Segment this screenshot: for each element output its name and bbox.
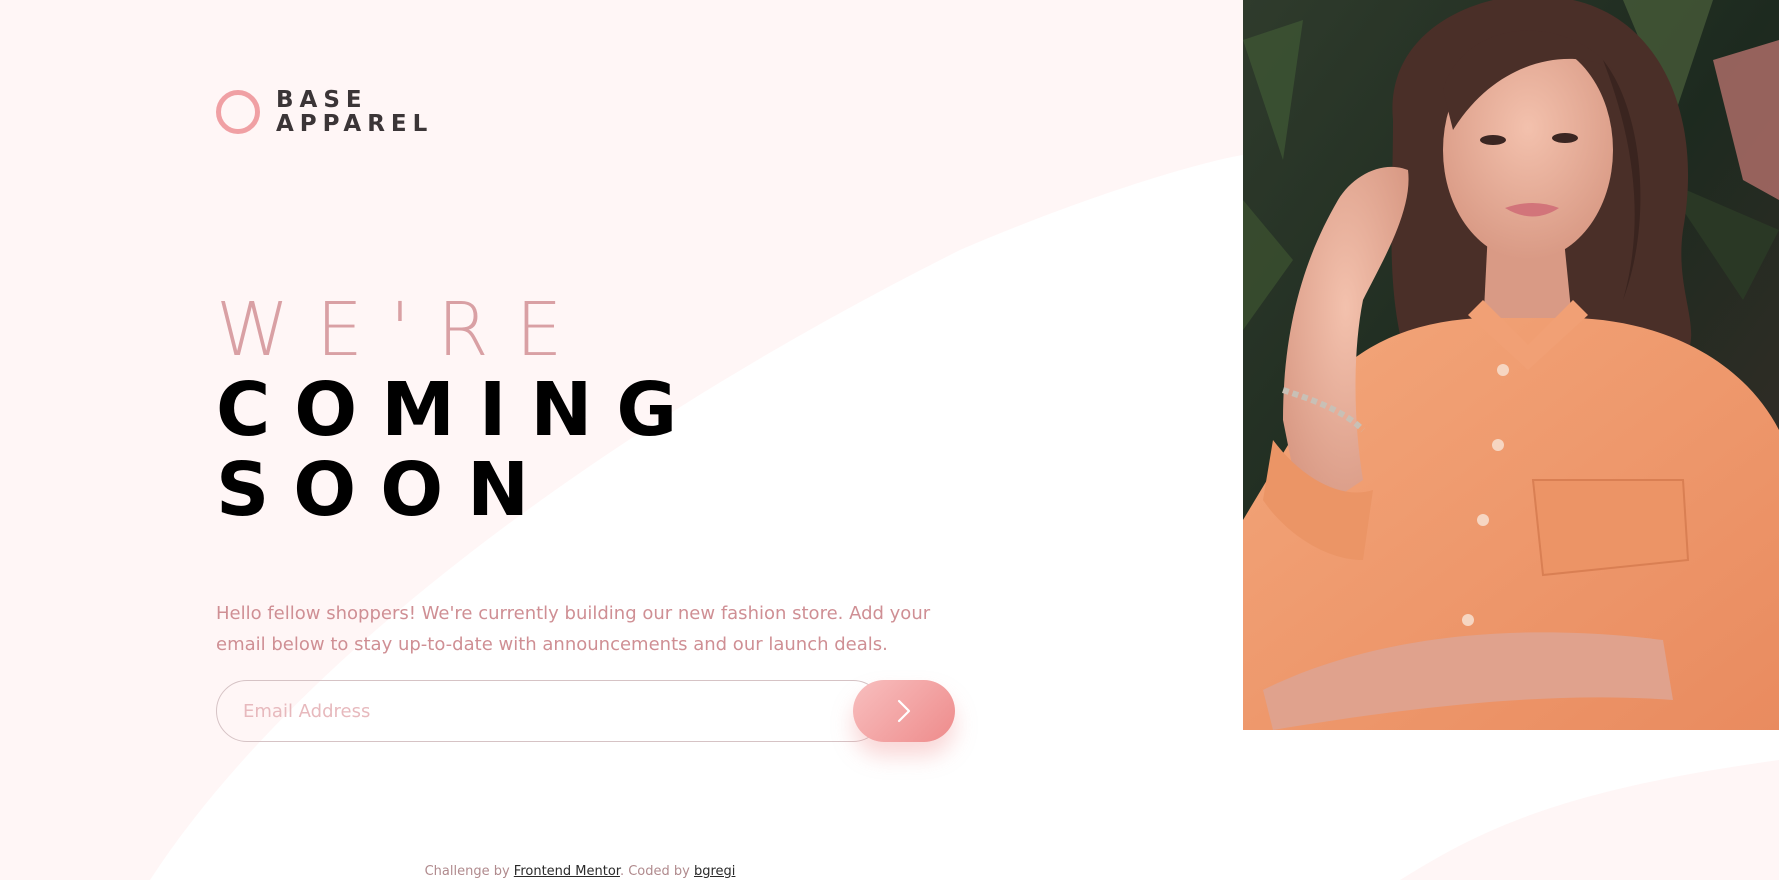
attribution-footer: Challenge by Frontend Mentor. Coded by b… bbox=[0, 864, 1160, 879]
challenge-prefix: Challenge by bbox=[424, 864, 510, 879]
author-link[interactable]: bgregi bbox=[694, 864, 735, 879]
headline-line2: COMING bbox=[216, 367, 702, 453]
woman-portrait-illustration bbox=[1243, 0, 1779, 730]
frontend-mentor-link[interactable]: Frontend Mentor bbox=[514, 864, 620, 879]
hero-image bbox=[1243, 0, 1779, 730]
intro-description: Hello fellow shoppers! We're currently b… bbox=[216, 603, 931, 655]
brand-name-line2: APPAREL bbox=[276, 111, 434, 137]
submit-button[interactable] bbox=[853, 680, 955, 742]
headline-line3: SOON bbox=[216, 447, 554, 533]
newsletter-form bbox=[216, 680, 955, 742]
chevron-right-icon bbox=[897, 699, 911, 723]
email-input[interactable] bbox=[216, 680, 884, 742]
brand-name: BASE APPAREL bbox=[276, 88, 433, 136]
page-title: WE'RE COMING SOON bbox=[216, 290, 701, 530]
brand-logo[interactable]: BASE APPAREL bbox=[216, 88, 433, 136]
coded-prefix: . Coded by bbox=[619, 864, 690, 879]
brand-name-line1: BASE bbox=[276, 87, 368, 113]
logo-ring-icon bbox=[216, 90, 260, 134]
headline-line1: WE'RE bbox=[216, 287, 590, 373]
